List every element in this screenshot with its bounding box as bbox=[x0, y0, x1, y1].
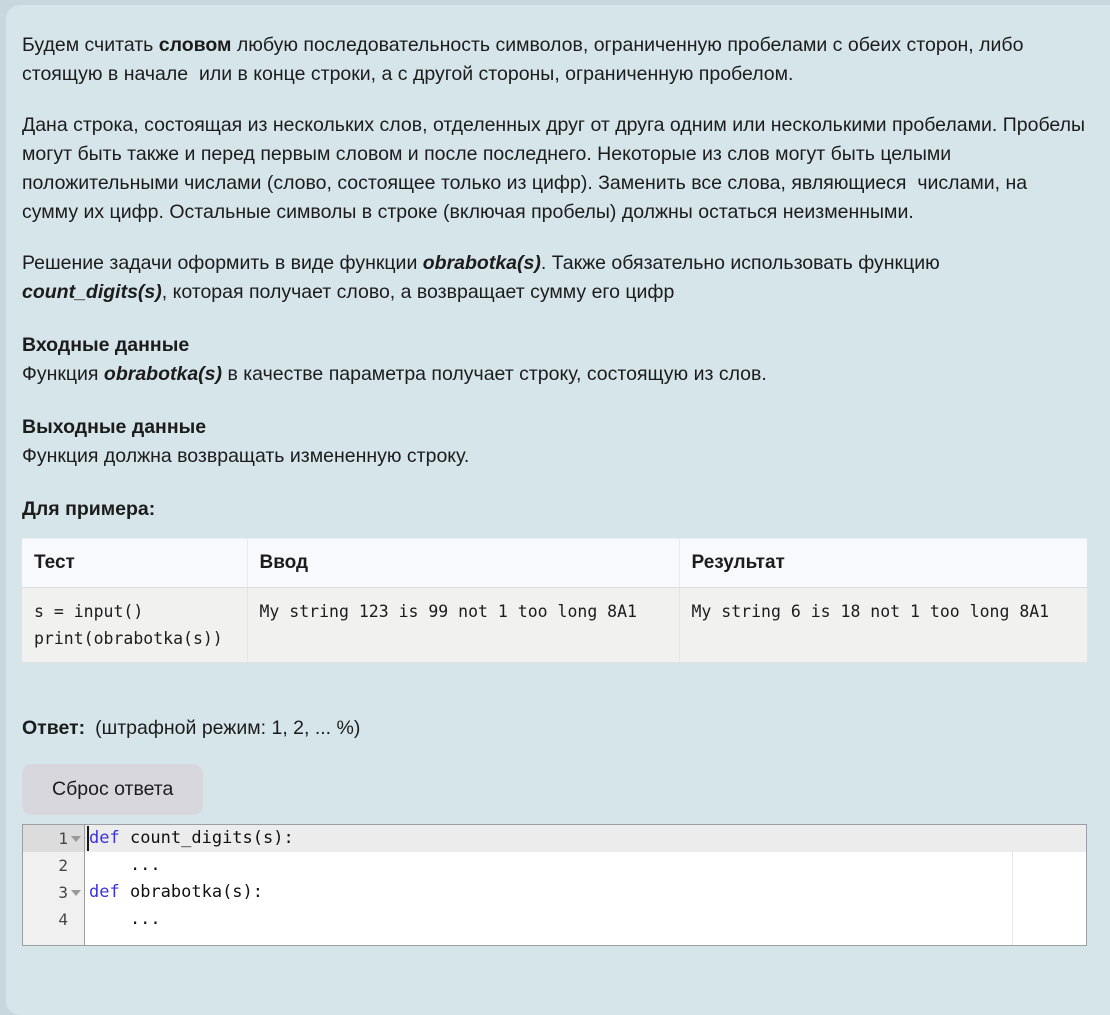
editor-gutter: 1 2 3 4 bbox=[23, 825, 85, 945]
line-number: 1 bbox=[58, 829, 68, 848]
column-header-input: Ввод bbox=[247, 539, 679, 588]
chevron-down-icon bbox=[71, 836, 81, 842]
task-text: Функция bbox=[22, 363, 104, 385]
code-text: obrabotka(s): bbox=[120, 882, 263, 902]
question-panel: Будем считать словом любую последователь… bbox=[6, 5, 1110, 1015]
input-cell: My string 123 is 99 not 1 too long 8A1 bbox=[247, 588, 679, 663]
input-data-heading: Входные данные bbox=[22, 331, 1087, 360]
fold-toggle-icon[interactable] bbox=[68, 888, 81, 898]
task-text: Будем считать bbox=[22, 34, 159, 56]
task-text: в качестве параметра получает строку, со… bbox=[222, 363, 767, 385]
line-number: 4 bbox=[58, 910, 68, 929]
input-data-text: Функция obrabotka(s) в качестве параметр… bbox=[22, 360, 1087, 389]
fold-slot-empty bbox=[68, 915, 81, 925]
task-text: , которая получает слово, а возвращает с… bbox=[162, 281, 675, 303]
penalty-note: (штрафной режим: 1, 2, ... %) bbox=[95, 717, 360, 739]
task-paragraph-2: Дана строка, состоящая из нескольких сло… bbox=[22, 111, 1087, 227]
keyword-def: def bbox=[89, 828, 120, 848]
editor-code-area[interactable]: def count_digits(s): ... def obrabotka(s… bbox=[85, 825, 1086, 945]
line-number: 2 bbox=[58, 856, 68, 875]
code-text: count_digits(s): bbox=[120, 828, 294, 848]
answer-label: Ответ: bbox=[22, 717, 85, 739]
gutter-line-3: 3 bbox=[23, 879, 84, 906]
column-header-test: Тест bbox=[22, 539, 247, 588]
line-number: 3 bbox=[58, 883, 68, 902]
output-data-text: Функция должна возвращать измененную стр… bbox=[22, 442, 1087, 471]
example-table-row: s = input() print(obrabotka(s)) My strin… bbox=[22, 588, 1087, 663]
fold-toggle-icon[interactable] bbox=[68, 834, 81, 844]
code-text: ... bbox=[89, 855, 161, 875]
function-name-obrabotka: obrabotka(s) bbox=[423, 252, 541, 274]
gutter-line-4: 4 bbox=[23, 906, 84, 933]
reset-answer-button[interactable]: Сброс ответа bbox=[22, 764, 203, 815]
question-content: Будем считать словом любую последователь… bbox=[6, 5, 1087, 946]
gutter-line-2: 2 bbox=[23, 852, 84, 879]
test-cell: s = input() print(obrabotka(s)) bbox=[22, 588, 247, 663]
function-name-obrabotka: obrabotka(s) bbox=[104, 363, 222, 385]
task-paragraph-3: Решение задачи оформить в виде функции o… bbox=[22, 249, 1087, 307]
code-line-2[interactable]: ... bbox=[85, 852, 1086, 879]
code-editor[interactable]: 1 2 3 4 def count_digits(s): ... def obr… bbox=[22, 824, 1087, 946]
example-table-header-row: Тест Ввод Результат bbox=[22, 539, 1087, 588]
text-cursor bbox=[87, 826, 89, 851]
answer-line: Ответ: (штрафной режим: 1, 2, ... %) bbox=[22, 714, 1087, 743]
code-line-3[interactable]: def obrabotka(s): bbox=[85, 879, 1086, 906]
task-term-word: словом bbox=[159, 34, 232, 56]
function-name-count-digits: count_digits(s) bbox=[22, 281, 162, 303]
task-text: . Также обязательно использовать функцию bbox=[541, 252, 945, 274]
code-line-1[interactable]: def count_digits(s): bbox=[85, 825, 1086, 852]
chevron-down-icon bbox=[71, 890, 81, 896]
fold-slot-empty bbox=[68, 861, 81, 871]
example-heading: Для примера: bbox=[22, 495, 1087, 524]
task-text: Решение задачи оформить в виде функции bbox=[22, 252, 423, 274]
result-cell: My string 6 is 18 not 1 too long 8A1 bbox=[679, 588, 1087, 663]
code-line-4[interactable]: ... bbox=[85, 906, 1086, 933]
keyword-def: def bbox=[89, 882, 120, 902]
gutter-line-1: 1 bbox=[23, 825, 84, 852]
column-header-result: Результат bbox=[679, 539, 1087, 588]
example-table: Тест Ввод Результат s = input() print(ob… bbox=[22, 538, 1087, 663]
code-text: ... bbox=[89, 909, 161, 929]
task-paragraph-1: Будем считать словом любую последователь… bbox=[22, 31, 1087, 89]
output-data-heading: Выходные данные bbox=[22, 413, 1087, 442]
